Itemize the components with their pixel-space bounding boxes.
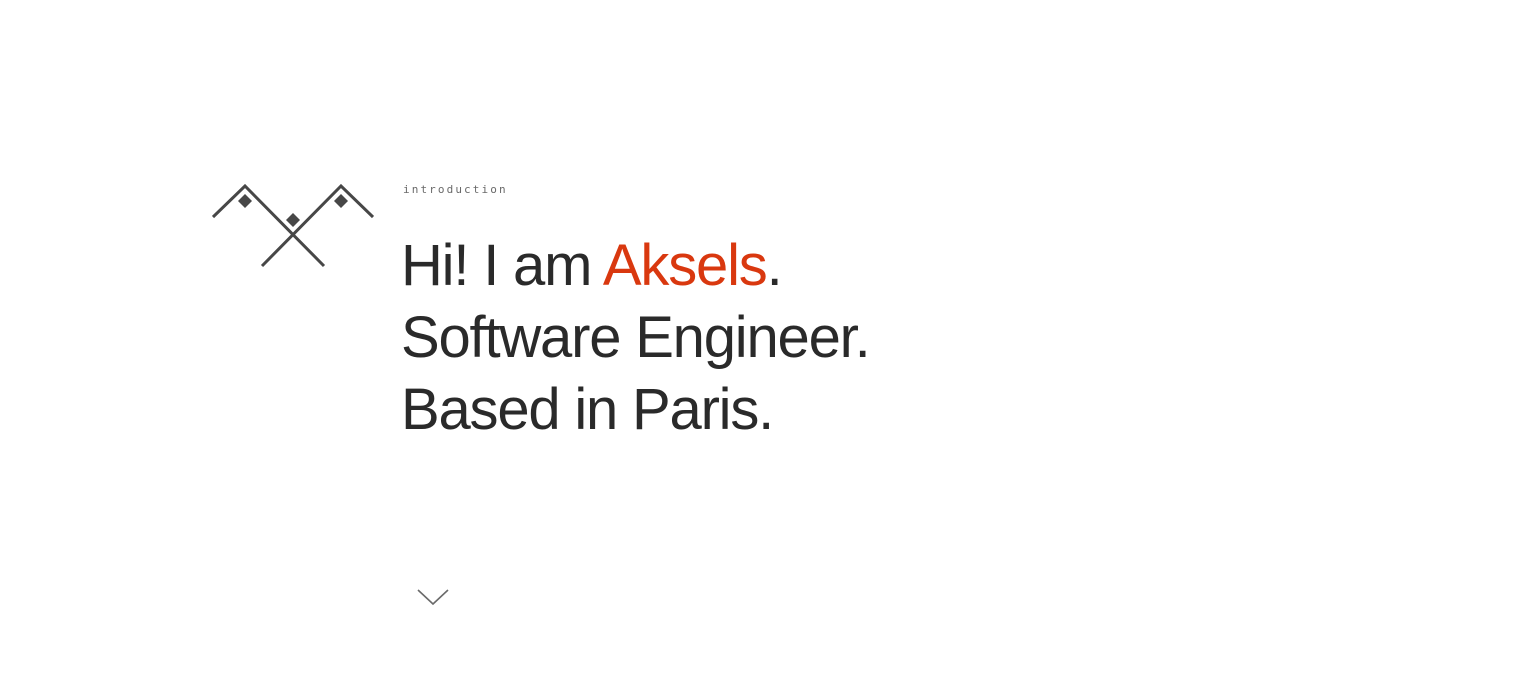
headline-role: Software Engineer. xyxy=(401,305,871,370)
name-highlight: Aksels xyxy=(602,233,768,298)
headline: Hi! I am Aksels. Software Engineer. Base… xyxy=(401,230,871,446)
headline-greeting: Hi! I am Aksels. xyxy=(401,230,869,302)
headline-location: Based in Paris. xyxy=(401,377,774,442)
chevron-down-icon[interactable] xyxy=(415,586,451,608)
section-label: introduction xyxy=(403,183,508,196)
mountain-flags-logo-icon xyxy=(212,184,374,268)
greeting-prefix: Hi! I am xyxy=(401,233,603,298)
greeting-suffix: . xyxy=(766,233,783,298)
intro-section: introduction Hi! I am Aksels. Software E… xyxy=(0,0,1537,684)
